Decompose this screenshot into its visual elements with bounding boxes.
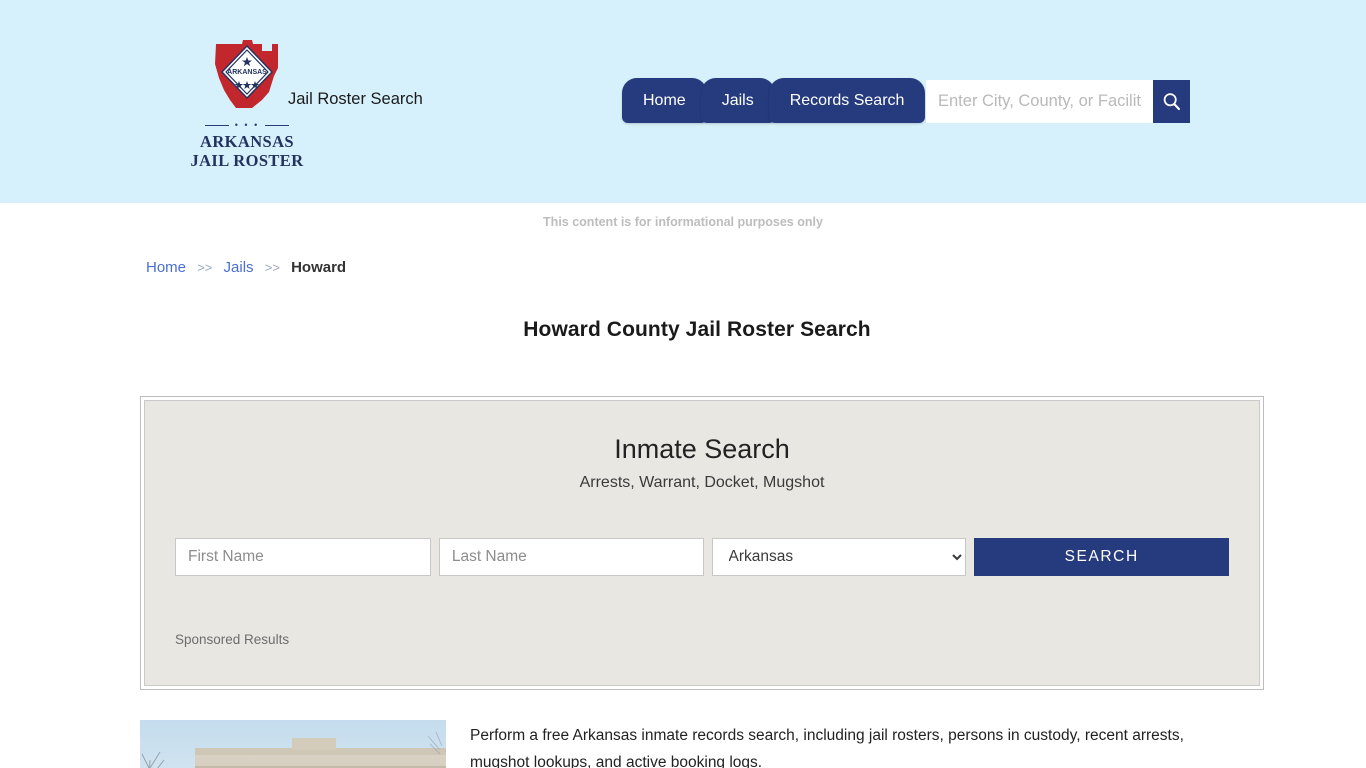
header-inner: ARKANSAS • • • ARKANSAS JAIL ROSTER Jail… [133, 0, 1233, 203]
article-paragraph: Perform a free Arkansas inmate records s… [470, 727, 1184, 768]
breadcrumb: Home >> Jails >> Howard [146, 259, 1248, 276]
site-tagline: Jail Roster Search [288, 90, 423, 108]
arkansas-state-logo-icon: ARKANSAS [215, 40, 278, 108]
sponsored-results-label: Sponsored Results [175, 631, 290, 647]
header-search-form [926, 80, 1190, 123]
header-search-button[interactable] [1153, 80, 1190, 123]
article-section: Perform a free Arkansas inmate records s… [140, 720, 1248, 768]
inmate-search-panel: Inmate Search Arrests, Warrant, Docket, … [140, 396, 1264, 690]
page-title: Howard County Jail Roster Search [523, 318, 871, 341]
informational-notice: This content is for informational purpos… [543, 215, 823, 229]
breadcrumb-item-home[interactable]: Home [146, 259, 186, 276]
inmate-search-title: Inmate Search [614, 434, 790, 464]
breadcrumb-item-current: Howard [291, 259, 347, 276]
main-navigation: Home Jails Records Search [622, 78, 926, 123]
last-name-input[interactable] [438, 537, 704, 576]
page-content: Home >> Jails >> Howard Howard County Ja… [118, 259, 1264, 768]
logo-name-line1: ARKANSAS [200, 132, 294, 151]
nav-item-jails[interactable]: Jails [700, 78, 775, 123]
jail-building-image [140, 720, 446, 768]
logo-name-line2: JAIL ROSTER [190, 151, 304, 170]
site-header: ARKANSAS • • • ARKANSAS JAIL ROSTER Jail… [0, 0, 1366, 203]
nav-item-records-search[interactable]: Records Search [768, 78, 926, 123]
breadcrumb-separator-1: >> [197, 260, 213, 275]
header-search-input[interactable] [926, 80, 1153, 123]
inmate-search-submit-button[interactable]: SEARCH [974, 537, 1229, 576]
first-name-input[interactable] [175, 537, 431, 576]
search-icon [1163, 93, 1180, 111]
jail-building-photo [140, 720, 446, 768]
inmate-search-form: Arkansas SEARCH [173, 537, 1231, 576]
breadcrumb-item-jails[interactable]: Jails [224, 259, 254, 276]
breadcrumb-separator-2: >> [264, 260, 280, 275]
logo-state-label: ARKANSAS [227, 69, 267, 76]
inmate-search-subtitle: Arrests, Warrant, Docket, Mugshot [579, 473, 825, 491]
logo-divider: • • • [201, 121, 293, 130]
state-select[interactable]: Arkansas [711, 537, 967, 576]
inmate-search-panel-inner: Inmate Search Arrests, Warrant, Docket, … [144, 400, 1260, 686]
nav-item-home[interactable]: Home [622, 78, 707, 123]
